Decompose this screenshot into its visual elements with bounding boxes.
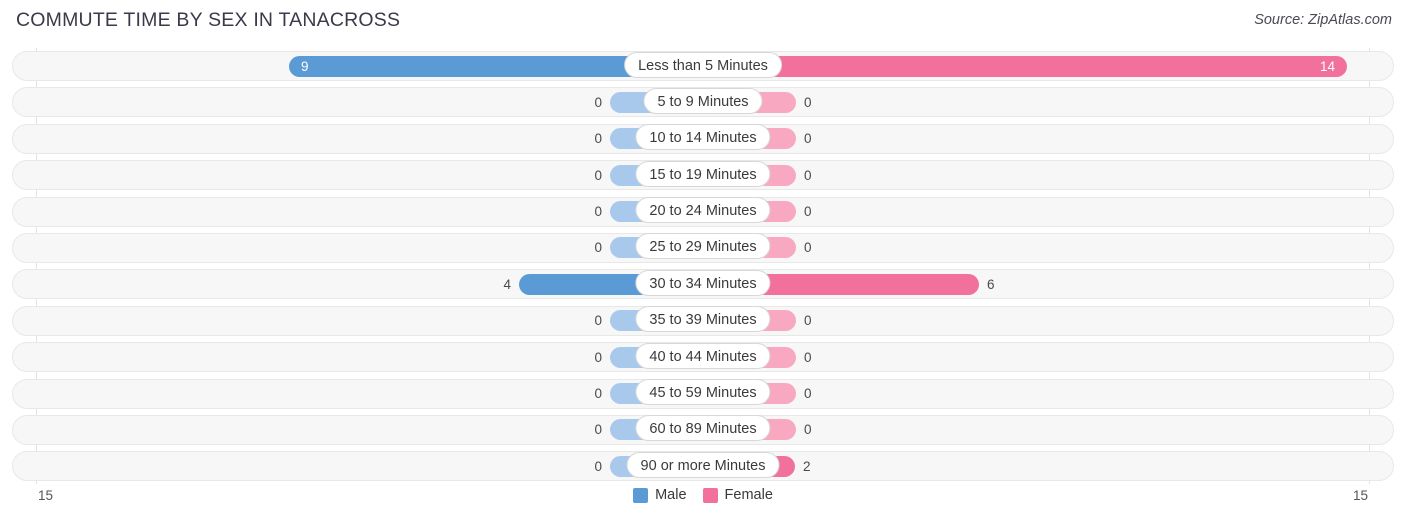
category-label: 10 to 14 Minutes: [635, 124, 771, 151]
value-label-female: 0: [804, 204, 812, 220]
value-label-male: 0: [594, 167, 602, 183]
chart-row: 4 6 30 to 34 Minutes: [0, 266, 1406, 302]
value-label-female: 6: [987, 276, 995, 292]
category-label: 15 to 19 Minutes: [635, 160, 771, 187]
category-label: Less than 5 Minutes: [624, 51, 782, 78]
category-label: 90 or more Minutes: [626, 451, 780, 478]
chart-legend: Male Female: [0, 487, 1406, 503]
value-label-female: 0: [804, 167, 812, 183]
chart-row: 0 0 25 to 29 Minutes: [0, 230, 1406, 266]
category-label: 35 to 39 Minutes: [635, 306, 771, 333]
bar-female[interactable]: [703, 55, 1347, 77]
legend-item-female[interactable]: Female: [702, 487, 773, 503]
value-label-male: 0: [594, 94, 602, 110]
chart-row: 0 0 10 to 14 Minutes: [0, 121, 1406, 157]
category-label: 25 to 29 Minutes: [635, 233, 771, 260]
value-label-female: 0: [804, 422, 812, 438]
chart-footer: 15 15 Male Female: [0, 484, 1406, 522]
category-label: 60 to 89 Minutes: [635, 415, 771, 442]
chart-row: 0 0 20 to 24 Minutes: [0, 194, 1406, 230]
chart-row: 0 0 15 to 19 Minutes: [0, 157, 1406, 193]
value-label-female: 0: [804, 240, 812, 256]
chart-rows: 9 14 Less than 5 Minutes 0 0 5 to 9 Minutes 0 0…: [0, 48, 1406, 485]
legend-swatch-male-icon: [633, 487, 649, 503]
value-label-female: 0: [804, 386, 812, 402]
category-label: 40 to 44 Minutes: [635, 342, 771, 369]
value-label-male: 0: [594, 422, 602, 438]
category-label: 30 to 34 Minutes: [635, 269, 771, 296]
value-label-male: 9: [301, 58, 309, 74]
value-label-male: 4: [503, 276, 511, 292]
value-label-male: 0: [594, 386, 602, 402]
value-label-male: 0: [594, 204, 602, 220]
chart-row: 0 0 5 to 9 Minutes: [0, 84, 1406, 120]
value-label-male: 0: [594, 131, 602, 147]
chart-row: 0 0 35 to 39 Minutes: [0, 303, 1406, 339]
source-attribution: Source: ZipAtlas.com: [1254, 12, 1392, 28]
value-label-male: 0: [594, 458, 602, 474]
page-title: COMMUTE TIME BY SEX IN TANACROSS: [16, 9, 401, 31]
value-label-female: 0: [804, 313, 812, 329]
value-label-female: 0: [804, 131, 812, 147]
chart-header: COMMUTE TIME BY SEX IN TANACROSS Source:…: [0, 0, 1406, 42]
value-label-female: 2: [803, 458, 811, 474]
category-label: 20 to 24 Minutes: [635, 197, 771, 224]
chart-row: 0 0 40 to 44 Minutes: [0, 339, 1406, 375]
value-label-female: 14: [1319, 58, 1335, 74]
chart-row: 9 14 Less than 5 Minutes: [0, 48, 1406, 84]
chart-row: 0 0 45 to 59 Minutes: [0, 376, 1406, 412]
chart-row: 0 2 90 or more Minutes: [0, 448, 1406, 484]
legend-swatch-female-icon: [702, 487, 718, 503]
legend-label-male: Male: [655, 487, 687, 503]
legend-label-female: Female: [724, 487, 773, 503]
category-label: 5 to 9 Minutes: [643, 87, 763, 114]
value-label-female: 0: [804, 349, 812, 365]
category-label: 45 to 59 Minutes: [635, 379, 771, 406]
chart-row: 0 0 60 to 89 Minutes: [0, 412, 1406, 448]
value-label-male: 0: [594, 313, 602, 329]
chart-plot-area: 9 14 Less than 5 Minutes 0 0 5 to 9 Minutes 0 0…: [0, 48, 1406, 484]
value-label-male: 0: [594, 240, 602, 256]
value-label-male: 0: [594, 349, 602, 365]
value-label-female: 0: [804, 94, 812, 110]
legend-item-male[interactable]: Male: [633, 487, 687, 503]
